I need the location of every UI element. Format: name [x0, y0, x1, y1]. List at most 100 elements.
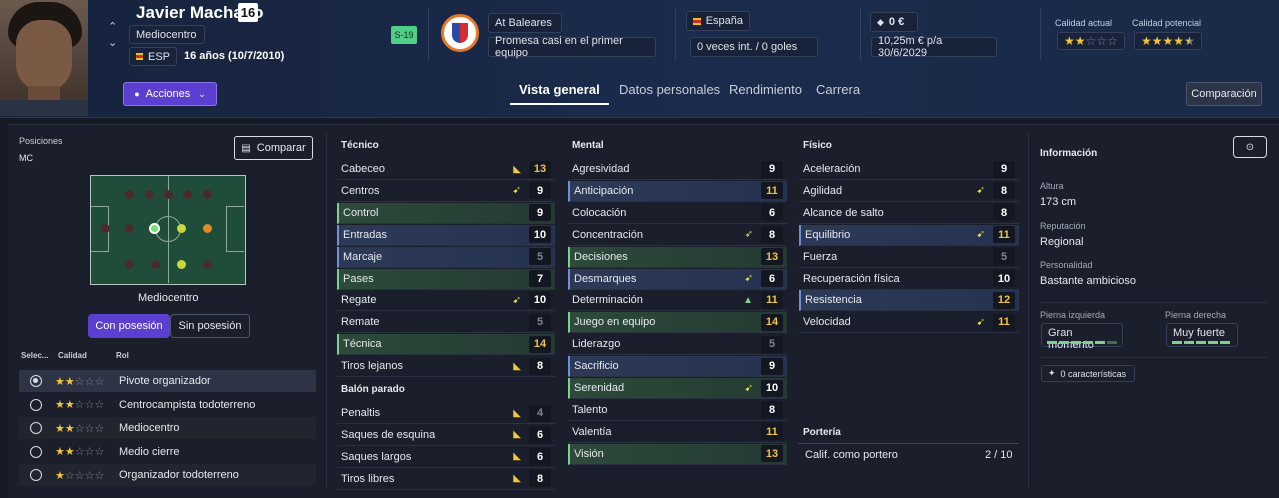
role-row[interactable]: ★★☆☆☆ Pivote organizador	[19, 370, 316, 392]
attribute-value: 7	[529, 270, 551, 287]
attribute-row[interactable]: Determinación ▲ 11	[568, 290, 787, 312]
club-name[interactable]: At Baleares	[488, 13, 562, 33]
next-player-icon[interactable]: ⌄	[108, 36, 117, 49]
chevron-down-icon: ⌄	[198, 88, 206, 99]
current-ability-stars: ★★☆☆☆	[1057, 32, 1125, 50]
attribute-row[interactable]: Pases 7	[337, 268, 555, 290]
goalkeeper-rating-value: 2 / 10	[985, 449, 1013, 461]
attribute-row[interactable]: Aceleración 9	[799, 159, 1019, 180]
role-row[interactable]: ★★☆☆☆ Mediocentro	[19, 417, 316, 439]
attribute-row[interactable]: Tiros libres ◣ 8	[337, 469, 555, 490]
actions-button[interactable]: ● Acciones ⌄	[123, 82, 217, 106]
attribute-row[interactable]: Recuperación física 10	[799, 269, 1019, 290]
sparkle-icon: ✦	[1048, 368, 1056, 378]
attribute-row[interactable]: Valentía 11	[568, 422, 787, 443]
trend-arrow-icon: ➹	[744, 273, 753, 284]
attribute-row[interactable]: Alcance de salto 8	[799, 203, 1019, 224]
attribute-row[interactable]: Agilidad ➹ 8	[799, 181, 1019, 202]
attribute-name: Entradas	[343, 228, 388, 241]
attribute-value: 11	[993, 226, 1015, 244]
attribute-row[interactable]: Centros ➹ 9	[337, 181, 555, 202]
compare-button[interactable]: ▤ Comparar	[234, 136, 313, 160]
attribute-row[interactable]: Juego en equipo 14	[568, 312, 787, 334]
attribute-row[interactable]: Colocación 6	[568, 203, 787, 224]
role-radio[interactable]	[30, 422, 42, 434]
role-row[interactable]: ★☆☆☆☆ Organizador todoterreno	[19, 464, 316, 486]
tab-datos-personales[interactable]: Datos personales	[619, 82, 720, 97]
country-name: España	[705, 15, 743, 27]
attribute-row[interactable]: Entradas 10	[337, 224, 555, 246]
attribute-row[interactable]: Liderazgo 5	[568, 334, 787, 356]
attribute-row[interactable]: Anticipación 11	[568, 180, 787, 202]
role-quality-stars: ★☆☆☆☆	[55, 469, 105, 482]
role-row[interactable]: ★★☆☆☆ Medio cierre	[19, 440, 316, 463]
tab-vista-general[interactable]: Vista general	[519, 82, 600, 97]
attribute-row[interactable]: Marcaje 5	[337, 246, 555, 268]
traits-box[interactable]: ✦ 0 características	[1041, 365, 1135, 382]
out-possession-toggle[interactable]: Sin posesión	[170, 314, 250, 338]
role-row[interactable]: ★★☆☆☆ Centrocampista todoterreno	[19, 393, 316, 416]
attribute-row[interactable]: Visión 13	[568, 443, 787, 465]
attribute-row[interactable]: Cabeceo ◣ 13	[337, 159, 555, 180]
attribute-name: Saques largos	[341, 450, 412, 463]
attribute-row[interactable]: Penaltis ◣ 4	[337, 403, 555, 424]
club-crest-icon[interactable]	[441, 14, 479, 52]
attribute-name: Tiros libres	[341, 472, 395, 485]
role-quality-stars: ★★☆☆☆	[55, 446, 105, 458]
attribute-value: 9	[529, 204, 551, 222]
person-icon: ●	[134, 89, 140, 99]
attribute-row[interactable]: Regate ➹ 10	[337, 290, 555, 312]
attribute-value: 6	[529, 448, 551, 466]
height-label: Altura	[1040, 181, 1064, 191]
attribute-row[interactable]: Velocidad ➹ 11	[799, 312, 1019, 334]
attribute-name: Recuperación física	[803, 272, 900, 285]
pitch-position-dot	[163, 189, 173, 199]
attribute-value: 9	[761, 160, 783, 178]
role-radio[interactable]	[30, 375, 42, 387]
role-radio[interactable]	[30, 469, 42, 481]
attribute-name: Decisiones	[574, 250, 628, 263]
trend-arrow-icon: ◣	[513, 360, 521, 372]
attribute-row[interactable]: Equilibrio ➹ 11	[799, 224, 1019, 246]
nation-box: ESP	[129, 47, 177, 66]
attribute-row[interactable]: Remate 5	[337, 312, 555, 334]
attribute-name: Centros	[341, 184, 380, 197]
attribute-name: Marcaje	[343, 250, 383, 263]
tab-rendimiento[interactable]: Rendimiento	[729, 82, 802, 97]
attribute-value: 11	[761, 182, 783, 200]
role-name: Organizador todoterreno	[119, 469, 239, 481]
attribute-name: Valentía	[572, 425, 612, 438]
attribute-row[interactable]: Sacrificio 9	[568, 356, 787, 378]
attribute-row[interactable]: Agresividad 9	[568, 159, 787, 180]
info-menu-button[interactable]: ⊙	[1233, 136, 1267, 158]
attribute-row[interactable]: Decisiones 13	[568, 246, 787, 268]
reputation-label: Reputación	[1040, 221, 1086, 231]
comparison-button[interactable]: Comparación	[1186, 82, 1262, 106]
role-name: Mediocentro	[119, 422, 180, 434]
country-box[interactable]: España	[686, 11, 750, 31]
attribute-row[interactable]: Tiros lejanos ◣ 8	[337, 356, 555, 378]
current-ability-label: Calidad actual	[1055, 18, 1113, 28]
attribute-row[interactable]: Fuerza 5	[799, 247, 1019, 268]
attribute-row[interactable]: Resistencia 12	[799, 290, 1019, 312]
tab-carrera[interactable]: Carrera	[816, 82, 860, 97]
right-foot-label: Pierna derecha	[1165, 310, 1227, 320]
attribute-name: Control	[343, 206, 379, 219]
role-radio[interactable]	[30, 398, 42, 411]
attribute-value: 9	[761, 357, 783, 375]
attribute-row[interactable]: Talento 8	[568, 400, 787, 421]
role-radio[interactable]	[30, 445, 42, 458]
attribute-row[interactable]: Concentración ➶ 8	[568, 225, 787, 246]
tecnico-title: Técnico	[341, 140, 379, 151]
attribute-row[interactable]: Serenidad ➹ 10	[568, 378, 787, 399]
attribute-row[interactable]: Técnica 14	[337, 334, 555, 356]
attribute-value: 10	[529, 291, 551, 309]
attribute-row[interactable]: Saques largos ◣ 6	[337, 447, 555, 468]
attribute-row[interactable]: Control 9	[337, 202, 555, 224]
attribute-row[interactable]: Desmarques ➹ 6	[568, 268, 787, 290]
attribute-row[interactable]: Saques de esquina ◣ 6	[337, 425, 555, 446]
prev-player-icon[interactable]: ⌃	[108, 20, 117, 33]
pitch-position-dot	[124, 259, 134, 269]
in-possession-toggle[interactable]: Con posesión	[88, 314, 170, 338]
international-caps: 0 veces int. / 0 goles	[690, 37, 818, 57]
